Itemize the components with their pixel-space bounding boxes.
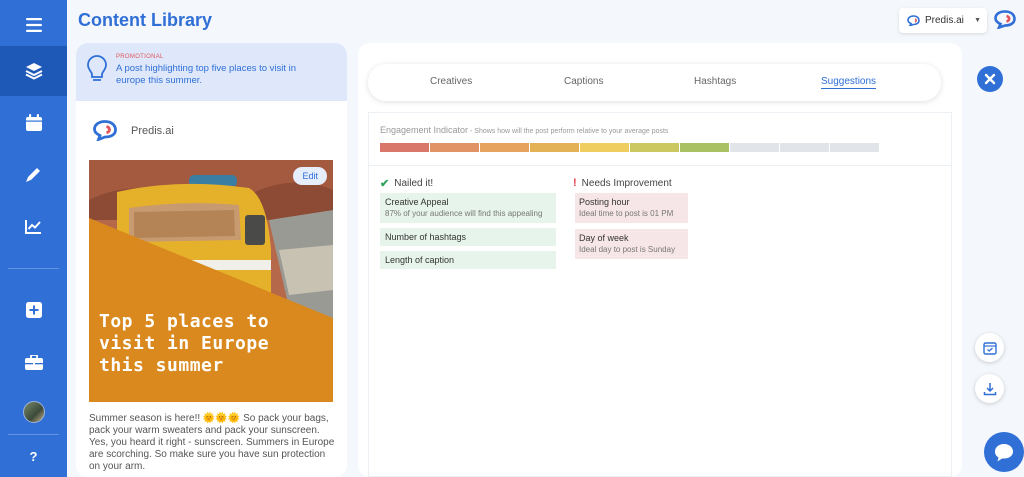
post-idea-text: PROMOTIONAL A post highlighting top five… [116,54,326,101]
sidebar-item-create[interactable] [0,285,67,335]
tab-hashtags[interactable]: Hashtags [694,76,736,87]
engagement-segment-filled [480,143,529,152]
creative-headline-line-3: this summer [99,355,224,376]
lightbulb-icon [87,55,107,81]
needs-improvement-label: Needs Improvement [581,177,672,189]
post-brand-name: Predis.ai [131,124,174,137]
page-title: Content Library [78,10,213,30]
improve-item-title: Day of week [579,233,629,243]
briefcase-icon [24,354,43,370]
nailed-it-label: Nailed it! [394,178,434,189]
layers-icon [25,63,42,80]
suggestions-panel: Creatives Captions Hashtags Suggestions … [358,43,962,477]
engagement-segment-filled [530,143,579,152]
sidebar-divider-bottom [8,434,59,435]
pencil-icon [26,167,40,182]
sidebar-item-editor[interactable] [0,149,67,199]
chart-line-icon [25,219,41,234]
engagement-meter [380,143,879,152]
sidebar-item-content-library[interactable] [0,46,67,96]
avatar [22,401,45,423]
engagement-segment-empty [730,143,779,152]
nailed-item-creative-appeal: Creative Appeal 87% of your audience wil… [380,193,556,223]
engagement-subtitle: - Shows how will the post perform relati… [468,128,669,135]
check-icon: ✔ [380,178,390,190]
improve-item-detail: Ideal time to post is 01 PM [579,209,674,218]
tab-suggestions[interactable]: Suggestions [821,76,877,89]
sidebar-item-briefcase[interactable] [0,337,67,387]
edit-creative-button[interactable]: Edit [293,167,327,185]
engagement-title-text: Engagement Indicator [380,125,469,135]
download-button[interactable] [975,374,1004,403]
brand-selector-label: Predis.ai [925,15,964,26]
brand-selector[interactable]: Predis.ai ▼ [899,8,987,33]
sidebar-item-analytics[interactable] [0,201,67,251]
creative-headline-line-2: visit in Europe [99,333,270,354]
schedule-button[interactable] [975,333,1004,362]
calendar-icon [25,113,42,131]
nailed-it-heading: ✔ Nailed it! [380,177,433,190]
download-icon [983,382,996,395]
tab-captions[interactable]: Captions [564,76,603,87]
post-idea-banner: PROMOTIONAL A post highlighting top five… [76,43,347,101]
tab-creatives[interactable]: Creatives [430,76,472,87]
exclamation-icon: ! [573,177,577,189]
engagement-indicator-box: Engagement Indicator - Shows how will th… [368,112,952,477]
engagement-title: Engagement Indicator - Shows how will th… [380,125,668,135]
improve-item-day-of-week: Day of week Ideal day to post is Sunday [575,229,688,259]
improve-item-title: Posting hour [579,197,630,207]
creative-headline: Top 5 places to visit in Europe this sum… [99,311,269,377]
menu-button[interactable] [0,0,67,50]
post-caption: Summer season is here!! 🌞🌞🌞 So pack your… [89,413,335,472]
content-tabs: Creatives Captions Hashtags Suggestions [368,64,941,101]
chevron-down-icon: ▼ [974,17,981,24]
engagement-segment-filled [680,143,729,152]
predis-logo-icon [93,120,117,141]
engagement-segment-filled [430,143,479,152]
creative-headline-line-1: Top 5 places to [99,311,270,332]
menu-icon [25,18,42,32]
nailed-item-caption-length: Length of caption [380,251,556,269]
chat-support-button[interactable] [984,432,1024,472]
close-icon [984,73,996,85]
nailed-item-detail: 87% of your audience will find this appe… [385,209,543,218]
engagement-divider [369,165,951,166]
sidebar: ? [0,0,67,477]
engagement-segment-filled [630,143,679,152]
predis-logo-icon [994,10,1016,30]
chat-bubble-icon [995,443,1013,461]
nailed-item-hashtags: Number of hashtags [380,228,556,246]
nailed-item-title: Creative Appeal [385,197,449,207]
improve-item-posting-hour: Posting hour Ideal time to post is 01 PM [575,193,688,223]
close-button[interactable] [977,66,1003,92]
post-brand-row: Predis.ai [93,120,174,141]
help-icon: ? [29,449,38,464]
calendar-check-icon [982,341,997,355]
needs-improvement-heading: ! Needs Improvement [573,177,672,189]
engagement-segment-empty [830,143,879,152]
predis-logo-icon [907,15,920,26]
post-creative-image[interactable]: Edit Top 5 places to visit in Europe thi… [89,160,333,402]
engagement-segment-filled [380,143,429,152]
app-logo[interactable] [994,10,1016,34]
post-idea-description: A post highlighting top five places to v… [116,63,297,86]
help-button[interactable]: ? [0,436,67,477]
post-preview-card: PROMOTIONAL A post highlighting top five… [76,43,347,477]
nailed-item-title: Length of caption [385,255,455,265]
improve-item-detail: Ideal day to post is Sunday [579,245,676,254]
engagement-segment-empty [780,143,829,152]
sidebar-divider [8,268,59,269]
nailed-item-title: Number of hashtags [385,232,467,242]
engagement-segment-filled [580,143,629,152]
sidebar-item-calendar[interactable] [0,97,67,147]
post-type-tag: PROMOTIONAL [116,54,164,60]
sidebar-item-profile[interactable] [0,387,67,437]
plus-square-icon [25,302,42,318]
